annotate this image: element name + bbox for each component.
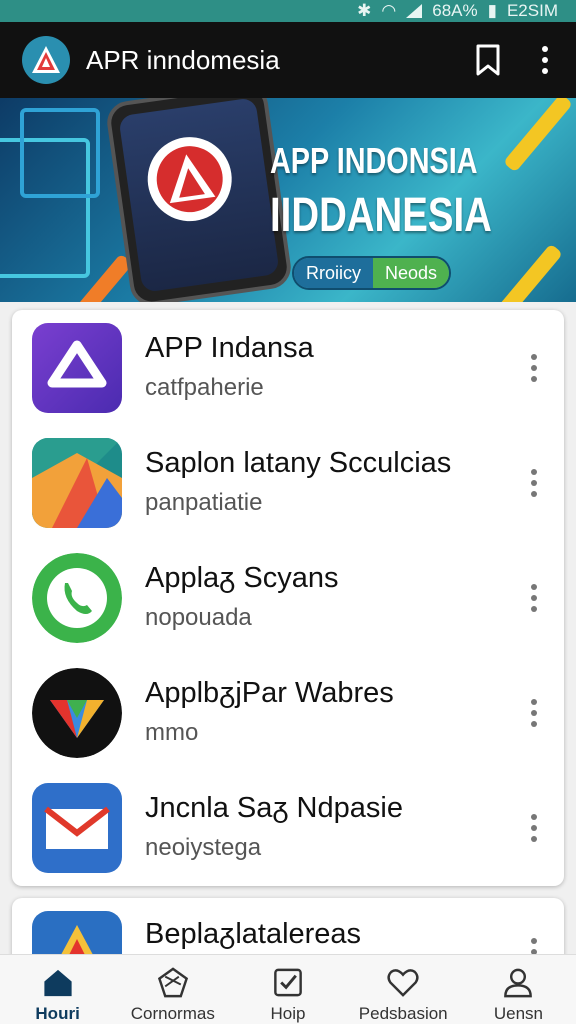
app-subtitle: catfpaherie	[145, 374, 264, 401]
nav-community[interactable]: Cornormas	[115, 955, 230, 1024]
item-menu-icon[interactable]	[522, 578, 546, 618]
item-menu-icon[interactable]	[522, 693, 546, 733]
list-item[interactable]: APP Indansa catfpaherie	[12, 310, 564, 425]
app-title: Applaᵹ Scyans	[145, 562, 339, 594]
stripe-decoration	[492, 243, 564, 302]
community-icon	[157, 967, 188, 998]
banner-pill[interactable]: Rroiicy Neods	[292, 256, 452, 290]
app-title: APP Indansa	[145, 332, 314, 364]
list-item[interactable]: Jncnla Saᵹ Ndpasie neoiystega	[12, 770, 564, 885]
nav-home[interactable]: Houri	[0, 955, 115, 1024]
app-bar: APR inndomesia	[0, 22, 576, 98]
list-item[interactable]: Saplon latany Scculcias panpatiatie	[12, 425, 564, 540]
nav-help[interactable]: Hoip	[230, 955, 345, 1024]
heart-icon	[387, 969, 419, 997]
phone-illustration	[104, 98, 294, 302]
item-menu-icon[interactable]	[522, 808, 546, 848]
bookmark-icon[interactable]	[468, 40, 508, 80]
phone-icon	[32, 553, 122, 643]
app-subtitle: mmo	[145, 719, 199, 746]
item-menu-icon[interactable]	[522, 463, 546, 503]
circuit-decoration	[20, 108, 100, 198]
promo-banner[interactable]: APP INDONSIA IIDDANESIA Rroiicy Neods	[0, 98, 576, 302]
signal-icon	[406, 4, 423, 18]
battery-icon: ▮	[487, 1, 497, 20]
app-list: APP Indansa catfpaherie Saplon latany Sc…	[12, 310, 564, 886]
nav-label: Uensn	[493, 1004, 543, 1023]
overflow-menu-icon[interactable]	[530, 40, 560, 80]
maps-icon	[32, 438, 122, 528]
list-item[interactable]: Applaᵹ Scyans nopouada	[12, 540, 564, 655]
stripe-decoration	[502, 98, 574, 173]
app-logo-icon	[22, 36, 70, 84]
w-logo-icon	[32, 668, 122, 758]
time-text: E2SIM	[506, 1, 558, 20]
nav-user[interactable]: Uensn	[461, 955, 576, 1024]
bottom-navigation: Houri Cornormas Hoip Pedsbasion Uensn	[0, 954, 576, 1024]
nav-label: Pedsbasion	[358, 1004, 448, 1023]
item-menu-icon[interactable]	[522, 348, 546, 388]
mail-icon	[32, 783, 122, 873]
user-icon	[504, 968, 533, 998]
app-title: Saplon latany Scculcias	[145, 447, 452, 479]
banner-subheadline: IIDDANESIA	[270, 189, 492, 242]
nav-label: Hoip	[270, 1004, 306, 1023]
battery-text: 68A%	[432, 1, 478, 20]
policy-pill[interactable]: Rroiicy	[294, 258, 374, 288]
app-title: ApplbᵹjPar Wabres	[145, 677, 394, 709]
app-title: Beplaᵹlatalereas	[145, 918, 362, 950]
wifi-icon: ◠	[381, 1, 397, 20]
checkbox-icon	[274, 968, 302, 997]
item-menu-icon[interactable]	[522, 938, 546, 955]
nav-favorites[interactable]: Pedsbasion	[346, 955, 461, 1024]
needs-pill[interactable]: Neods	[373, 258, 450, 288]
app-subtitle: nopouada	[145, 604, 252, 631]
status-bar: ✱ ◠ 68A% ▮ E2SIM	[0, 0, 576, 22]
triangle-logo-icon	[32, 323, 122, 413]
list-item[interactable]: ApplbᵹjPar Wabres mmo	[12, 655, 564, 770]
banner-headline: APP INDONSIA	[270, 140, 478, 181]
app-subtitle: panpatiatie	[145, 489, 263, 516]
home-icon	[43, 969, 72, 997]
app-subtitle: neoiystega	[145, 834, 262, 861]
app-title: APR inndomesia	[86, 44, 280, 75]
bluetooth-icon: ✱	[357, 1, 372, 20]
nav-label: Cornormas	[130, 1004, 215, 1023]
nav-label: Houri	[35, 1004, 80, 1023]
app-title: Jncnla Saᵹ Ndpasie	[145, 792, 403, 824]
